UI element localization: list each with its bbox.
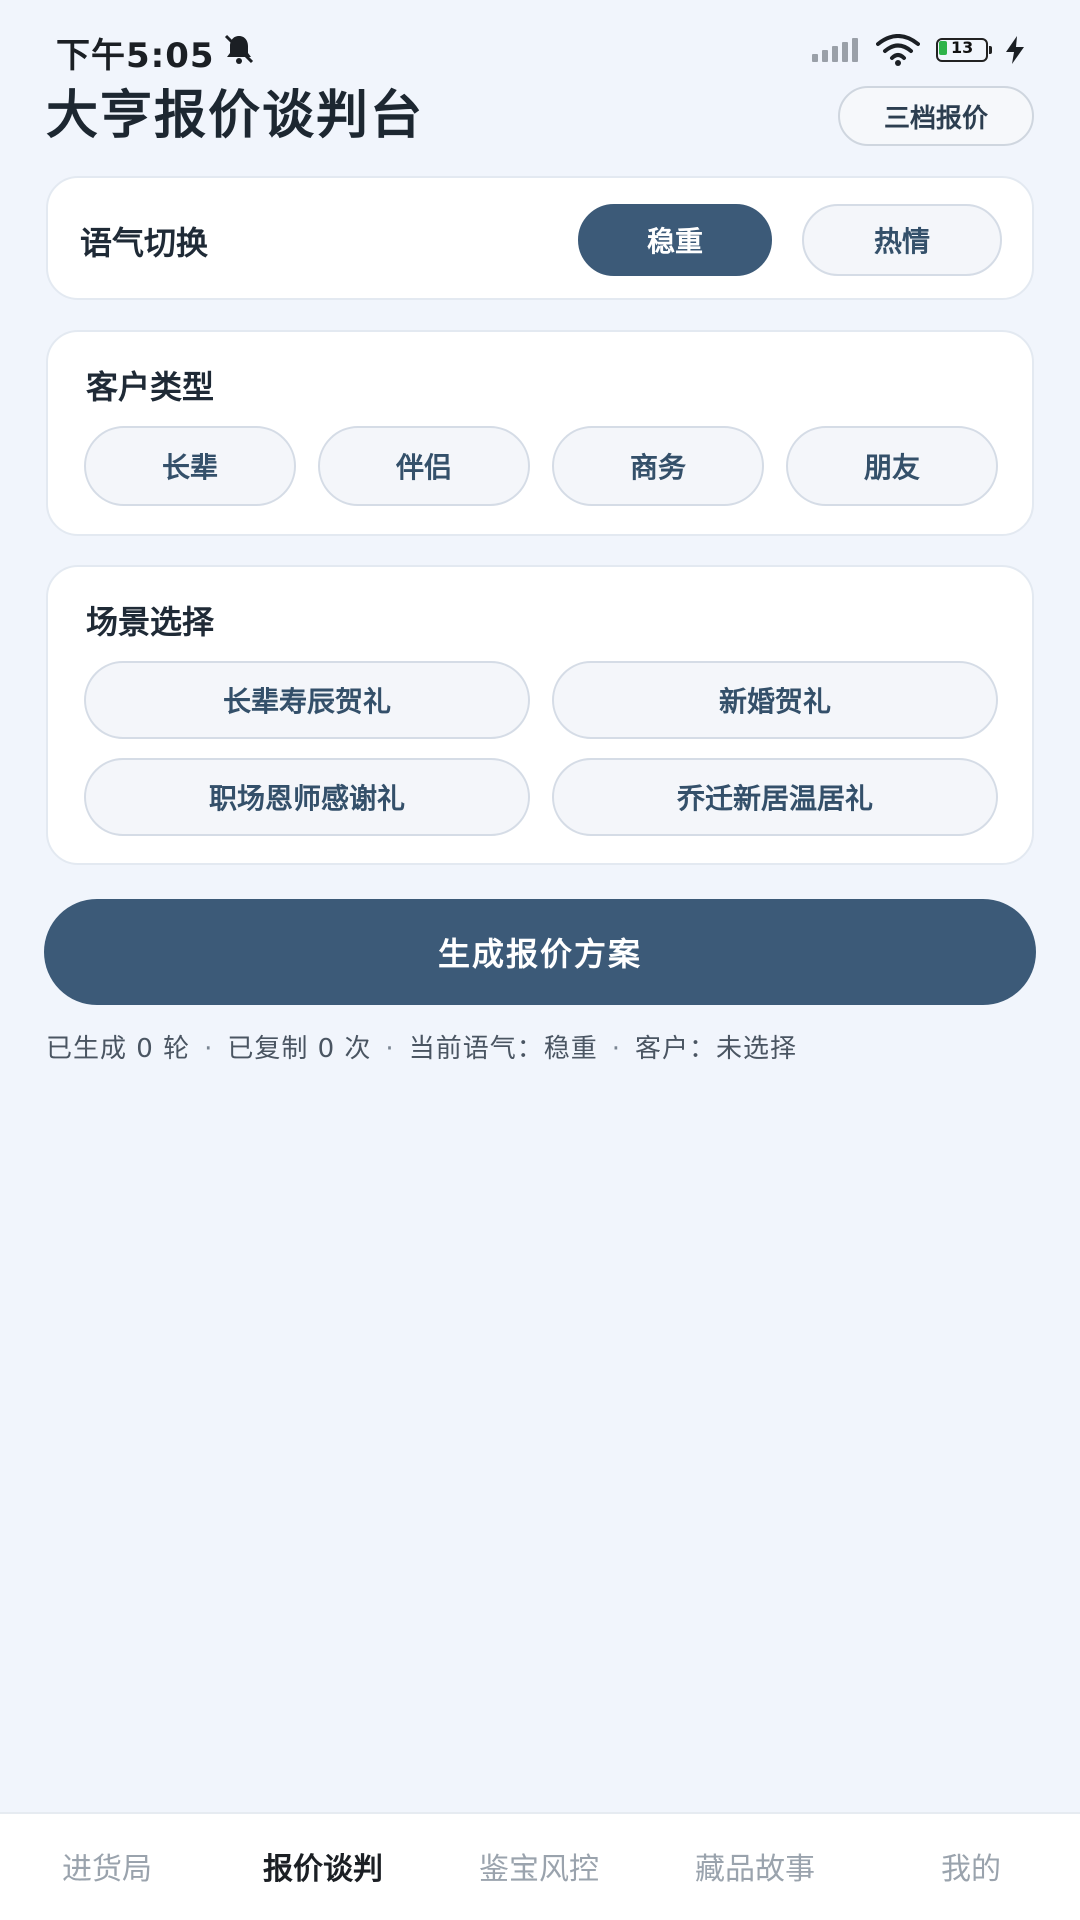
- stats-separator: ·: [204, 1034, 214, 1064]
- stats-separator: ·: [385, 1034, 395, 1064]
- tone-option-steady[interactable]: 稳重: [578, 204, 772, 276]
- tone-option-warm[interactable]: 热情: [802, 204, 1002, 276]
- scene-label: 场景选择: [86, 603, 215, 641]
- generate-quote-button[interactable]: 生成报价方案: [44, 899, 1036, 1005]
- bell-muted-icon: [224, 34, 254, 64]
- nav-item-purchasing[interactable]: 进货局: [22, 1844, 192, 1888]
- customer-type-label: 客户类型: [86, 368, 215, 406]
- nav-item-collection-stories[interactable]: 藏品故事: [670, 1844, 840, 1888]
- stats-line: 已生成 0 轮 · 已复制 0 次 · 当前语气：稳重 · 客户：未选择: [46, 1028, 797, 1065]
- nav-item-appraisal-risk[interactable]: 鉴宝风控: [454, 1844, 624, 1888]
- scene-option-wedding[interactable]: 新婚贺礼: [552, 661, 998, 739]
- customer-option-friend[interactable]: 朋友: [786, 426, 998, 506]
- scene-option-elder-birthday[interactable]: 长辈寿辰贺礼: [84, 661, 530, 739]
- customer-option-partner[interactable]: 伴侣: [318, 426, 530, 506]
- stats-generated: 已生成 0 轮: [46, 1034, 191, 1064]
- scene-option-housewarming[interactable]: 乔迁新居温居礼: [552, 758, 998, 836]
- stats-separator: ·: [611, 1034, 621, 1064]
- battery-indicator: 13: [936, 38, 992, 62]
- scene-option-mentor-thanks[interactable]: 职场恩师感谢礼: [84, 758, 530, 836]
- stats-current-tone: 当前语气：稳重: [408, 1034, 598, 1064]
- customer-option-elder[interactable]: 长辈: [84, 426, 296, 506]
- customer-type-card: 客户类型 长辈 伴侣 商务 朋友: [46, 330, 1034, 536]
- status-bar: 下午5:05 13: [0, 0, 1080, 100]
- scene-card: 场景选择 长辈寿辰贺礼 新婚贺礼 职场恩师感谢礼 乔迁新居温居礼: [46, 565, 1034, 865]
- tone-label: 语气切换: [80, 224, 209, 262]
- charging-bolt-icon: [1006, 36, 1024, 64]
- battery-fill: [939, 41, 947, 55]
- nav-item-quote-negotiation[interactable]: 报价谈判: [238, 1844, 408, 1888]
- wifi-icon: [876, 34, 920, 66]
- stats-customer: 客户：未选择: [634, 1034, 797, 1064]
- three-tier-quote-button[interactable]: 三档报价: [838, 86, 1034, 146]
- battery-cap: [989, 46, 992, 54]
- signal-icon: [812, 38, 858, 62]
- tone-card: 语气切换 稳重 热情: [46, 176, 1034, 300]
- nav-item-mine[interactable]: 我的: [886, 1844, 1056, 1888]
- battery-level: 13: [951, 38, 974, 57]
- page-title: 大亨报价谈判台: [46, 86, 425, 146]
- stats-copied: 已复制 0 次: [227, 1034, 372, 1064]
- customer-option-business[interactable]: 商务: [552, 426, 764, 506]
- bottom-nav: 进货局 报价谈判 鉴宝风控 藏品故事 我的: [0, 1812, 1080, 1920]
- status-time: 下午5:05: [56, 36, 215, 76]
